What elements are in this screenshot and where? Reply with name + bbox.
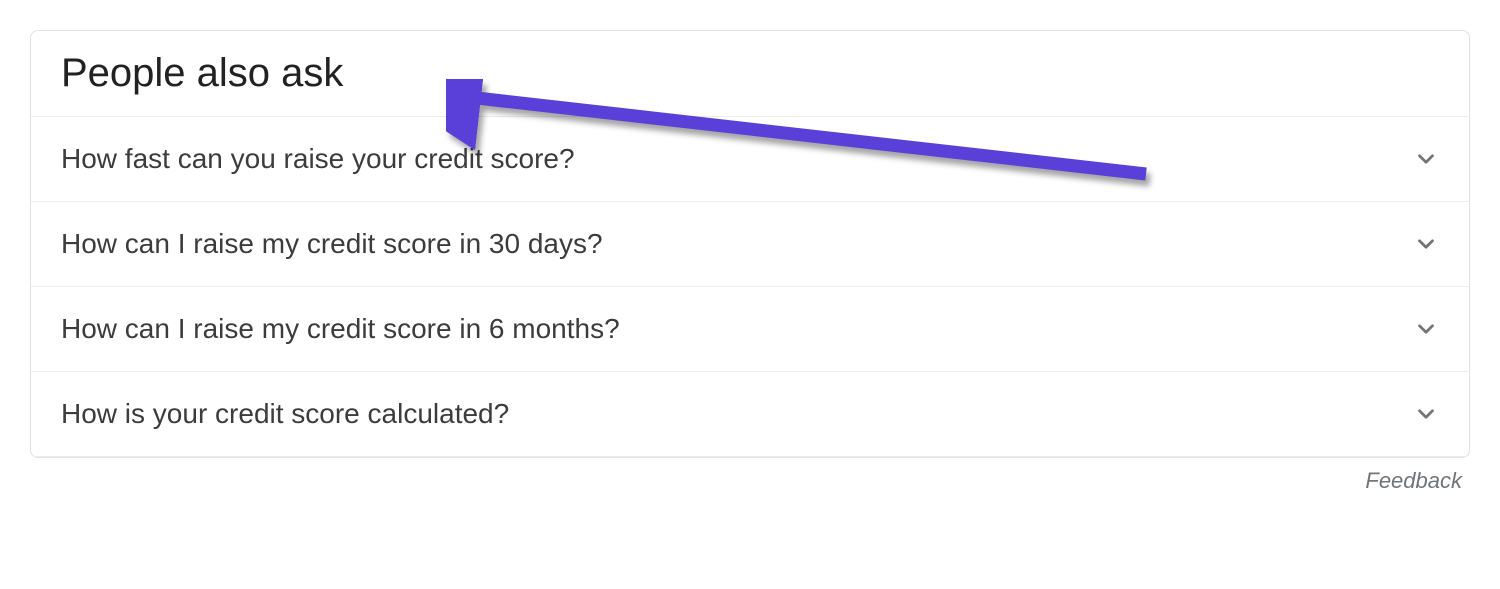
- paa-question-text: How is your credit score calculated?: [61, 398, 509, 430]
- chevron-down-icon: [1413, 401, 1439, 427]
- people-also-ask-box: People also ask How fast can you raise y…: [30, 30, 1470, 458]
- paa-header: People also ask: [31, 31, 1469, 117]
- chevron-down-icon: [1413, 231, 1439, 257]
- feedback-link[interactable]: Feedback: [1365, 468, 1462, 493]
- paa-question-text: How fast can you raise your credit score…: [61, 143, 575, 175]
- paa-question-text: How can I raise my credit score in 30 da…: [61, 228, 603, 260]
- feedback-container: Feedback: [30, 458, 1470, 494]
- chevron-down-icon: [1413, 146, 1439, 172]
- paa-question-row[interactable]: How fast can you raise your credit score…: [31, 117, 1469, 202]
- chevron-down-icon: [1413, 316, 1439, 342]
- paa-question-row[interactable]: How is your credit score calculated?: [31, 372, 1469, 457]
- paa-question-row[interactable]: How can I raise my credit score in 6 mon…: [31, 287, 1469, 372]
- paa-title: People also ask: [61, 51, 1439, 96]
- paa-question-row[interactable]: How can I raise my credit score in 30 da…: [31, 202, 1469, 287]
- paa-question-text: How can I raise my credit score in 6 mon…: [61, 313, 620, 345]
